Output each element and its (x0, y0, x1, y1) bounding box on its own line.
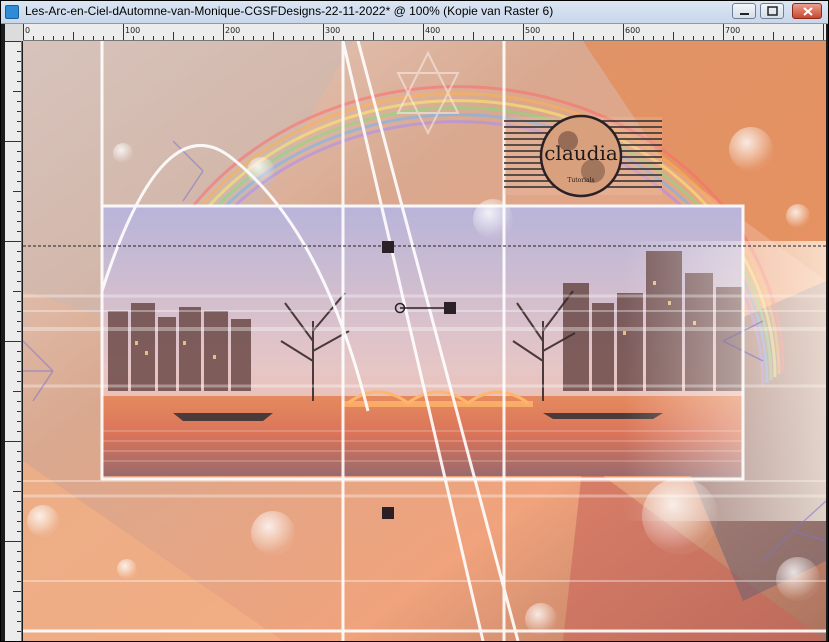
title-bar[interactable]: Les-Arc-en-Ciel-dAutomne-van-Monique-CGS… (1, 1, 828, 24)
ruler-label: 400 (425, 26, 441, 35)
app-icon (5, 5, 19, 19)
horizontal-ruler[interactable]: 0 100 200 300 400 500 600 700 (23, 24, 826, 41)
ruler-label: 500 (525, 26, 541, 35)
vertical-ruler[interactable] (5, 41, 22, 641)
artwork: claudia Tutorials (23, 41, 826, 641)
ruler-label: 100 (125, 26, 141, 35)
watermark-tagline: Tutorials (567, 177, 594, 184)
ruler-label: 200 (225, 26, 241, 35)
minimize-button[interactable] (732, 3, 756, 19)
ruler-label: 700 (725, 26, 741, 35)
ruler-corner (5, 24, 23, 41)
ruler-label: 0 (25, 26, 31, 35)
close-button[interactable] (792, 3, 822, 19)
window-title: Les-Arc-en-Ciel-dAutomne-van-Monique-CGS… (25, 4, 554, 18)
image-canvas[interactable]: claudia Tutorials (23, 41, 826, 641)
top-handle[interactable] (382, 241, 394, 253)
rotation-handle[interactable] (444, 302, 456, 314)
ruler-ticks (5, 41, 21, 632)
minimize-icon (740, 13, 749, 15)
maximize-icon (767, 6, 778, 16)
bottom-handle[interactable] (382, 507, 394, 519)
ruler-label: 600 (625, 26, 641, 35)
ruler-label: 300 (325, 26, 341, 35)
watermark-logo: claudia Tutorials (504, 114, 662, 198)
watermark-name: claudia (544, 141, 618, 165)
maximize-button[interactable] (760, 3, 784, 19)
close-icon (803, 7, 813, 16)
image-window: Les-Arc-en-Ciel-dAutomne-van-Monique-CGS… (0, 0, 829, 642)
